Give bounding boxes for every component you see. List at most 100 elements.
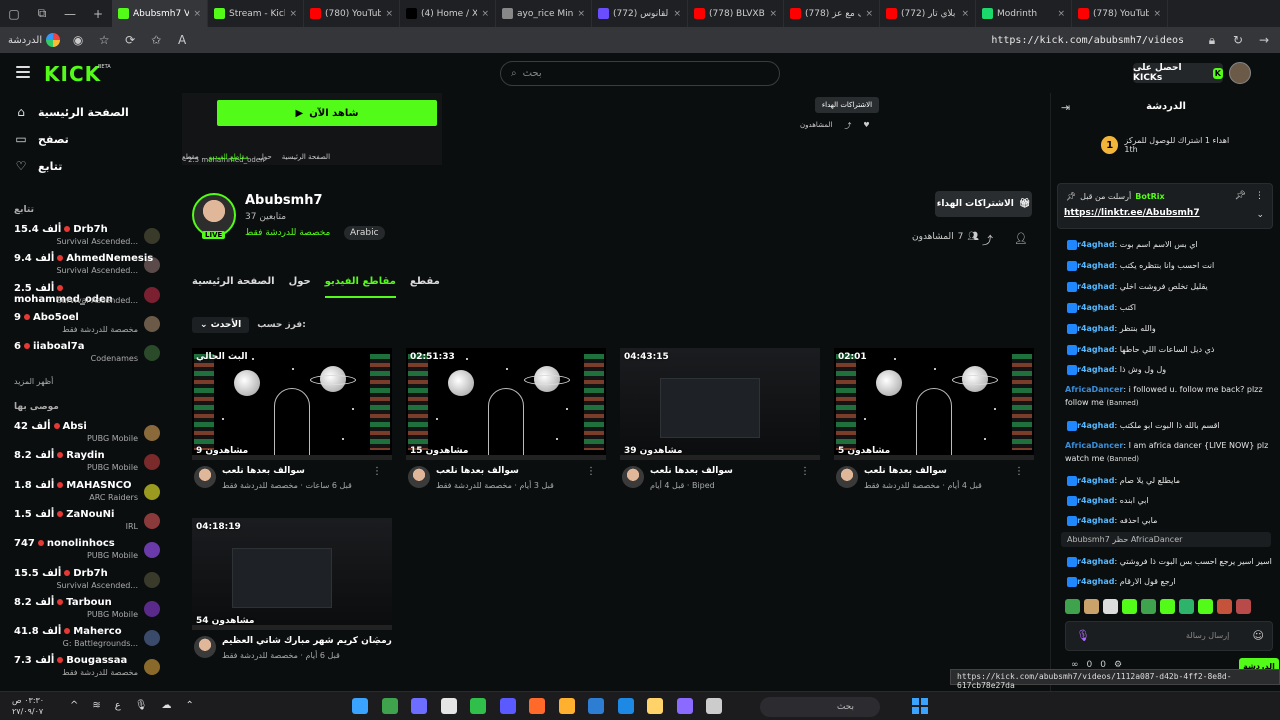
channel-tab[interactable]: حول [289,276,311,298]
browser-tab[interactable]: (780) YouTube × [304,0,400,27]
chat-message[interactable]: r4aghad: والله بنتظر [1065,322,1275,335]
browser-tab[interactable]: (778) حروف مع عز × [784,0,880,27]
emote-icon[interactable] [1084,599,1099,614]
emote-icon[interactable] [1236,599,1251,614]
emote-icon[interactable] [1198,599,1213,614]
video-card[interactable]: 02:51:33 15 مشاهدون سوالف بعدها نلعب قبل 3 … [406,348,606,498]
taskbar-app-icon[interactable] [470,698,486,714]
video-title[interactable]: سوالف بعدها نلعب [436,466,519,476]
emoji-icon[interactable]: ☺ [1253,629,1264,642]
tab-close-icon[interactable]: × [673,9,681,19]
chat-message[interactable]: r4aghad: ارجع قول الارقام [1065,575,1275,588]
tab-close-icon[interactable]: × [961,9,969,19]
chevron-down-icon[interactable]: ⌄ [1256,210,1264,220]
sidebar-channel[interactable]: 15.5 ألف Drb7h Survival Ascended... [14,567,164,595]
window-menu-icon[interactable]: ▢ [0,0,28,27]
chat-message[interactable]: r4aghad: ابي ابنده [1065,494,1275,507]
language-icon[interactable]: ع [115,700,121,711]
mini-tab[interactable]: الصفحة الرئيسية [282,153,330,161]
chat-message[interactable]: r4aghad: مايطلع لي يلا صام [1065,474,1275,487]
read-aloud-icon[interactable]: A [174,33,190,47]
chevron-up-icon[interactable]: ^ [70,700,78,711]
taskbar-app-icon[interactable] [440,698,457,714]
video-title[interactable]: سوالف بعدها نلعب [222,466,305,476]
more-options-icon[interactable]: ⋮ [372,466,382,477]
url-field[interactable]: https://kick.com/abubsmh7/videos [200,35,1194,46]
chat-username[interactable]: r4aghad [1077,557,1114,566]
browser-tab[interactable]: القانوس (772) × [592,0,688,27]
browser-tab[interactable]: (778) BLVXB - MU × [688,0,784,27]
video-card[interactable]: 04:18:19 54 مشاهدون رمضان كريم شهر مبارك ش… [192,518,392,668]
mini-tab[interactable]: مقطع [182,153,199,161]
video-card[interactable]: 02:01 5 مشاهدون سوالف بعدها نلعب قبل 4 أيام… [834,348,1034,498]
video-avatar[interactable] [408,466,430,488]
pinned-link[interactable]: https://linktr.ee/Abubsmh7 [1064,208,1200,218]
account-icon[interactable]: ◉ [70,33,86,47]
kick-logo[interactable]: KICK [44,62,101,86]
more-options-icon[interactable]: ⋮ [372,636,382,647]
back-icon[interactable]: → [1256,33,1272,47]
chat-message[interactable]: r4aghad: اي بس الاسم اسم بوت [1065,238,1275,251]
mini-follow-icon[interactable]: ♥ [863,121,869,131]
more-options-icon[interactable]: ⋮ [586,466,596,477]
minimize-icon[interactable]: — [56,0,84,27]
taskbar-app-icon[interactable] [411,698,427,714]
taskbar-app-icon[interactable] [588,698,604,714]
chat-username[interactable]: r4aghad [1077,261,1114,270]
taskbar-app-icon[interactable] [529,698,545,714]
language-tag[interactable]: Arabic [344,226,385,240]
tab-close-icon[interactable]: × [1057,9,1065,19]
sidebar-channel[interactable]: 1.5 ألف ZaNouNi IRL [14,508,164,536]
video-thumbnail[interactable]: 04:18:19 54 مشاهدون [192,518,392,630]
tab-close-icon[interactable]: × [481,9,489,19]
sort-select[interactable]: ⌄ الأحدث [192,317,250,333]
chat-username[interactable]: r4aghad [1077,577,1114,586]
get-kicks-button[interactable]: احصل على KICKs K [1133,63,1223,83]
chat-message[interactable]: r4aghad: يقليل تخلص فروشت اخلي [1065,280,1275,293]
wifi-icon[interactable]: ≋ [92,700,100,711]
chat-message[interactable]: r4aghad: ذي ديل الساعات اللي حاطها [1065,343,1275,356]
tab-close-icon[interactable]: × [289,9,297,19]
mini-share-icon[interactable]: ⤴ [844,121,851,131]
extensions-icon[interactable]: ⟳ [122,33,138,47]
video-card[interactable]: البث الحالي 9 مشاهدون سوالف بعدها نلعب قبل … [192,348,392,498]
video-avatar[interactable] [836,466,858,488]
taskbar-search[interactable]: بحث [760,697,880,717]
emote-icon[interactable] [1160,599,1175,614]
chat-username[interactable]: r4aghad [1077,303,1114,312]
video-thumbnail[interactable]: 02:51:33 15 مشاهدون [406,348,606,460]
tab-close-icon[interactable]: × [385,9,393,19]
pinned-message[interactable]: 📌︎ أرسلت من قبل BotRix https://linktr.ee… [1057,183,1273,229]
viewers-count[interactable]: المشاهدون 7 👥︎ [912,232,979,242]
browser-tab[interactable]: Abubsmh7 Videos× [112,0,208,27]
browser-tab[interactable]: (778) YouTube × [1072,0,1168,27]
channel-category[interactable]: مخصصة للدردشة فقط [245,228,330,238]
taskbar-app-icon[interactable] [381,698,398,714]
chat-username[interactable]: AfricaDancer [1065,385,1123,394]
video-thumbnail[interactable]: البث الحالي 9 مشاهدون [192,348,392,460]
chat-message[interactable]: AfricaDancer: i followed u. follow me ba… [1065,383,1275,410]
new-tab-icon[interactable]: + [84,0,112,27]
emote-icon[interactable] [1179,599,1194,614]
chat-username[interactable]: r4aghad [1077,516,1114,525]
chat-message[interactable]: r4aghad: انت احسب وانا بنتظره يكتب [1065,259,1275,272]
video-thumbnail[interactable]: 02:01 5 مشاهدون [834,348,1034,460]
video-avatar[interactable] [194,636,216,658]
mic-icon[interactable]: 🎙︎ [1076,629,1090,642]
share-icon[interactable]: ⤴ [982,232,993,248]
tab-close-icon[interactable]: × [193,9,201,19]
chat-message[interactable]: r4aghad: اكتب [1065,301,1275,314]
chat-username[interactable]: r4aghad [1077,421,1114,430]
tab-actions-icon[interactable]: ⧉ [28,0,56,27]
taskbar-app-icon[interactable] [676,698,693,714]
sidebar-nav-item[interactable]: ⌂ الصفحة الرئيسية [14,105,164,119]
sidebar-channel[interactable]: 1.8 ألف MAHASNCO ARC Raiders [14,479,164,507]
tab-close-icon[interactable]: × [769,9,777,19]
video-thumbnail[interactable]: 04:43:15 39 مشاهدون [620,348,820,460]
chat-username[interactable]: r4aghad [1077,240,1114,249]
channel-tab[interactable]: مقطع [410,276,440,298]
chat-message[interactable]: r4aghad: اقسم بالله ذا البوت ابو ملكتب [1065,419,1275,432]
emote-icon[interactable] [1122,599,1137,614]
sidebar-channel[interactable]: 41.8 ألف Maherco G: Battlegrounds... [14,625,164,653]
gift-rank-banner[interactable]: 1 اهداء 1 اشتراك للوصول للمركز 1th [1101,135,1241,155]
